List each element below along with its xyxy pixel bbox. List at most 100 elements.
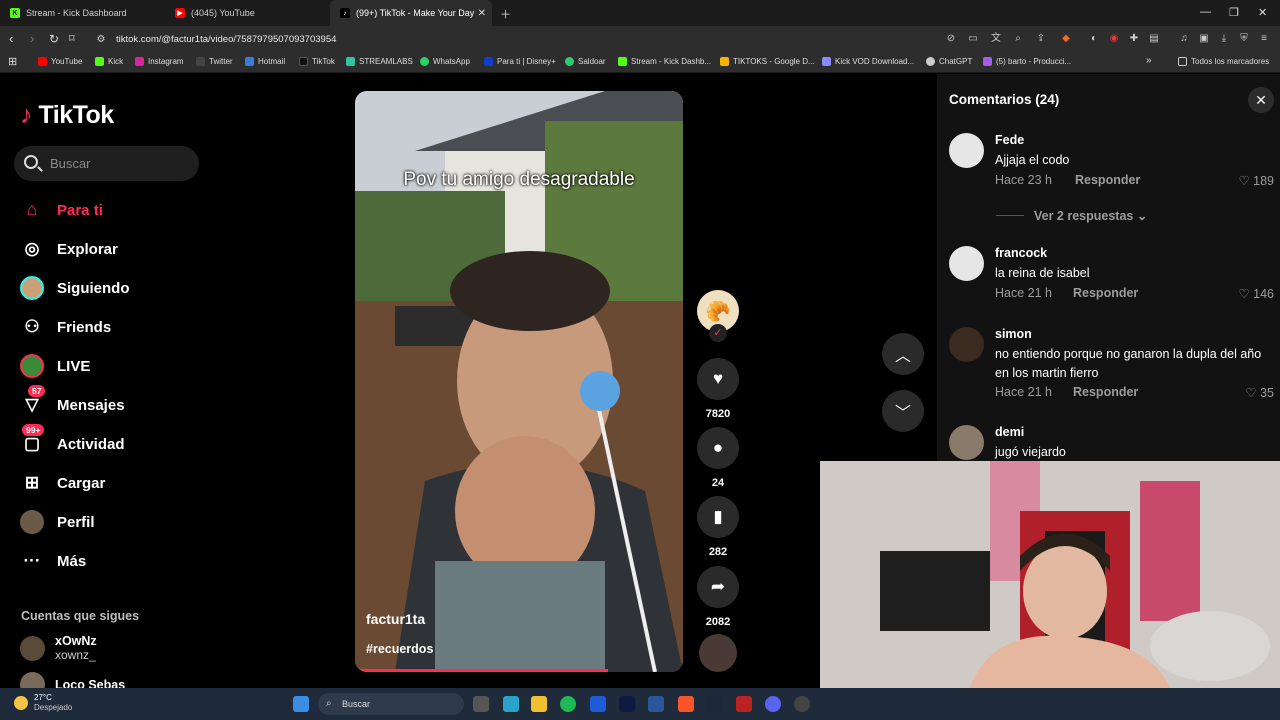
steam-icon[interactable]: [707, 696, 723, 712]
bookmark-streamlabs[interactable]: STREAMLABS: [346, 57, 413, 66]
brave-shield-icon[interactable]: ◆: [1060, 33, 1072, 45]
brave-icon[interactable]: [678, 696, 694, 712]
word-icon[interactable]: [648, 696, 664, 712]
video-player[interactable]: Pov tu amigo desagradable factur1ta #rec…: [355, 91, 683, 672]
avatar[interactable]: [949, 327, 984, 362]
bookmark-icon[interactable]: ⌑: [69, 32, 75, 46]
next-video-button[interactable]: ﹀: [882, 390, 924, 432]
forward-icon[interactable]: ›: [30, 32, 34, 46]
back-icon[interactable]: ‹: [9, 32, 13, 46]
bookmark-hotmail[interactable]: Hotmail: [245, 57, 285, 66]
vegas-icon[interactable]: [590, 696, 606, 712]
like-button[interactable]: ♥ 7820: [697, 358, 739, 420]
previous-video-button[interactable]: ︿: [882, 333, 924, 375]
search-input[interactable]: Buscar: [14, 146, 199, 181]
block-icon[interactable]: ⊘: [945, 33, 957, 45]
sidebar-item-cargar[interactable]: ⊞ Cargar: [20, 471, 105, 495]
bookmark-kick-dashboard[interactable]: Stream - Kick Dashb...: [618, 57, 711, 66]
video-hashtag[interactable]: #recuerdos: [366, 642, 433, 656]
sidebar-item-mensajes[interactable]: ▽ 57 Mensajes: [20, 385, 125, 417]
photoshop-icon[interactable]: [619, 696, 635, 712]
taskbar-search[interactable]: ⌕ Buscar: [318, 693, 464, 715]
avatar[interactable]: [949, 425, 984, 460]
video-author[interactable]: factur1ta: [366, 611, 425, 627]
bookmark-instagram[interactable]: Instagram: [135, 57, 184, 66]
comment-button[interactable]: ● 24: [697, 427, 739, 489]
task-view-icon[interactable]: [473, 696, 489, 712]
minimize-button[interactable]: —: [1200, 6, 1211, 18]
bookmark-youtube[interactable]: YouTube: [38, 57, 82, 66]
close-window-button[interactable]: ✕: [1258, 6, 1267, 19]
following-account[interactable]: xOwNz xownz_: [20, 634, 97, 662]
spotify-icon[interactable]: [560, 696, 576, 712]
widgets-icon[interactable]: [503, 696, 519, 712]
sidebar-toggle-icon[interactable]: ▤: [1148, 33, 1160, 45]
bookmark-saldoar[interactable]: Saldoar: [565, 57, 606, 66]
share-icon[interactable]: ⇪: [1035, 33, 1047, 45]
follow-check-icon[interactable]: ✓: [709, 324, 727, 342]
comment-like-button[interactable]: ♡ 189: [1238, 173, 1274, 188]
sidebar-item-perfil[interactable]: Perfil: [20, 510, 95, 534]
sound-disc-button[interactable]: [697, 634, 739, 672]
bookmark-barto[interactable]: (5) barto - Producci...: [983, 57, 1071, 66]
discord-icon[interactable]: [765, 696, 781, 712]
bookmark-google-drive[interactable]: TIKTOKS - Google D...: [720, 57, 815, 66]
comment-user[interactable]: Fede: [995, 133, 1024, 147]
maximize-button[interactable]: ❐: [1229, 6, 1239, 19]
close-tab-icon[interactable]: ✕: [478, 8, 486, 19]
extension-red-icon[interactable]: ◉: [1108, 33, 1120, 45]
comment-like-button[interactable]: ♡ 146: [1238, 286, 1274, 301]
menu-icon[interactable]: ≡: [1258, 33, 1270, 45]
sidebar-item-para-ti[interactable]: ⌂ Para ti: [20, 198, 103, 222]
tab-tiktok[interactable]: ♪ (99+) TikTok - Make Your Day ✕: [330, 0, 492, 26]
obs-icon[interactable]: [794, 696, 810, 712]
sidebar-item-live[interactable]: LIVE: [20, 354, 90, 378]
reply-button[interactable]: Responder: [1073, 385, 1138, 399]
puzzle-icon[interactable]: ✚: [1128, 33, 1140, 45]
tab-youtube[interactable]: ▶ (4045) YouTube: [165, 0, 330, 26]
avatar[interactable]: [949, 133, 984, 168]
view-replies-button[interactable]: Ver 2 respuestas ⌄: [1034, 208, 1147, 223]
bookmark-tiktok[interactable]: TikTok: [299, 57, 335, 66]
reply-button[interactable]: Responder: [1073, 286, 1138, 300]
comment-user[interactable]: demi: [995, 425, 1024, 439]
tab-kick-dashboard[interactable]: K Stream - Kick Dashboard: [0, 0, 165, 26]
tiktok-logo[interactable]: ♪ TikTok: [20, 101, 114, 130]
comment-user[interactable]: simon: [995, 327, 1032, 341]
video-progress-bar[interactable]: [355, 669, 608, 672]
bookmark-whatsapp[interactable]: WhatsApp: [420, 57, 470, 66]
download-icon[interactable]: ⤓: [1218, 33, 1230, 45]
translate-icon[interactable]: 文: [990, 33, 1002, 45]
app-icon[interactable]: [736, 696, 752, 712]
sidebar-item-explorar[interactable]: ◎ Explorar: [20, 237, 118, 261]
wallet-icon[interactable]: ▣: [1198, 33, 1210, 45]
vpn-icon[interactable]: ⛨: [1238, 33, 1250, 45]
more-bookmarks-icon[interactable]: »: [1146, 55, 1152, 66]
cast-icon[interactable]: ▭: [967, 33, 979, 45]
url-field[interactable]: ⚙ tiktok.com/@factur1ta/video/7587979507…: [92, 29, 1087, 50]
weather-widget[interactable]: 27°C Despejado: [14, 693, 72, 713]
sidebar-item-friends[interactable]: ⚇ Friends: [20, 315, 111, 339]
extension-icon[interactable]: ◐: [1088, 33, 1100, 45]
site-info-icon[interactable]: ⚙: [95, 34, 107, 46]
close-comments-button[interactable]: ✕: [1248, 87, 1274, 113]
comment-like-button[interactable]: ♡ 35: [1245, 385, 1274, 400]
save-button[interactable]: ▮ 282: [697, 496, 739, 558]
new-tab-button[interactable]: ＋: [500, 6, 511, 22]
bookmark-chatgpt[interactable]: ChatGPT: [926, 57, 972, 66]
bookmarks-folder[interactable]: Todos los marcadores: [1178, 57, 1269, 66]
apps-icon[interactable]: ⊞: [8, 55, 17, 68]
bookmark-disney[interactable]: Para ti | Disney+: [484, 57, 556, 66]
share-button[interactable]: ➦ 2082: [697, 566, 739, 628]
author-avatar-button[interactable]: 🥐 ✓: [697, 290, 739, 342]
bookmark-twitter[interactable]: Twitter: [196, 57, 233, 66]
music-icon[interactable]: ♫: [1178, 33, 1190, 45]
comment-user[interactable]: francock: [995, 246, 1047, 260]
file-explorer-icon[interactable]: [531, 696, 547, 712]
reload-icon[interactable]: ↻: [49, 32, 59, 46]
windows-start-icon[interactable]: [293, 696, 309, 712]
zoom-icon[interactable]: ⌕: [1012, 33, 1024, 45]
sidebar-item-mas[interactable]: ··· Más: [20, 549, 87, 573]
reply-button[interactable]: Responder: [1075, 173, 1140, 187]
sidebar-item-siguiendo[interactable]: Siguiendo: [20, 276, 130, 300]
